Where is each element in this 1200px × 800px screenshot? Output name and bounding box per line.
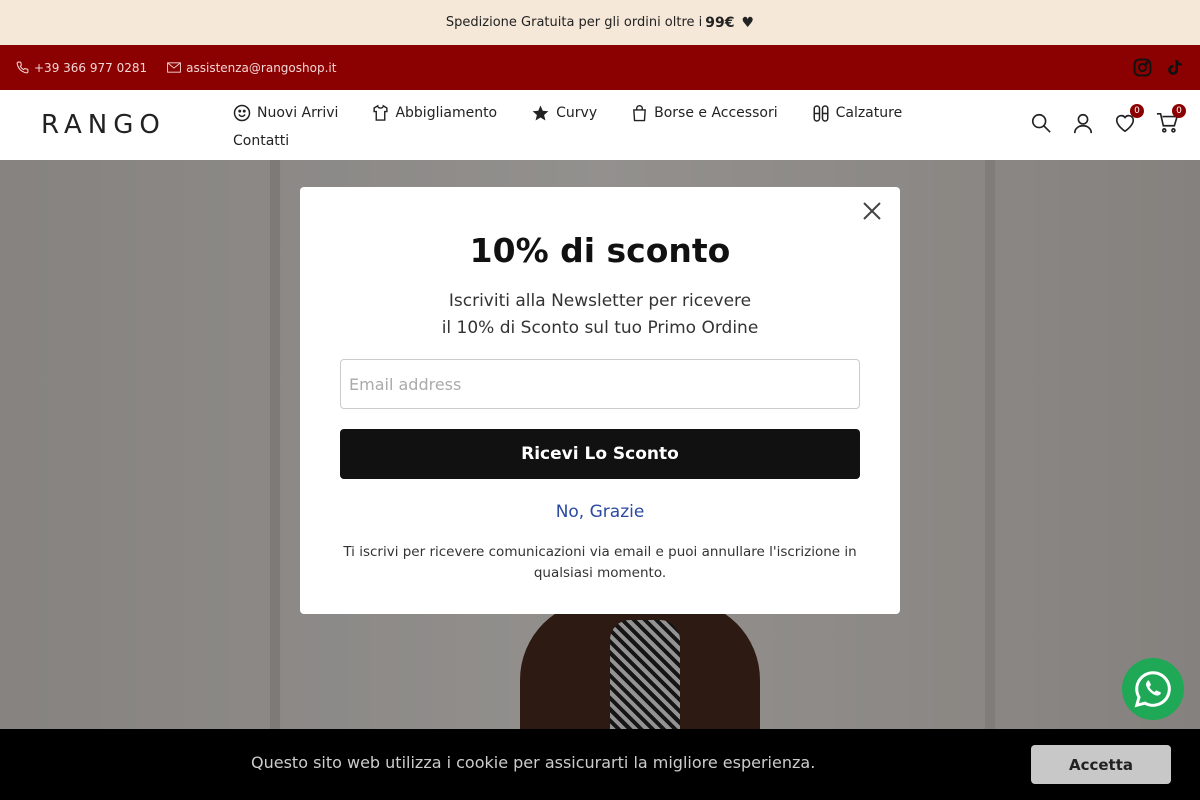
- decline-link[interactable]: No, Grazie: [300, 502, 900, 522]
- phone-icon: [16, 61, 29, 74]
- modal-title: 10% di sconto: [469, 231, 731, 270]
- close-button[interactable]: [862, 201, 882, 221]
- shoes-icon: [813, 104, 829, 122]
- nav-borse-accessori[interactable]: Borse e Accessori: [631, 102, 778, 124]
- cart-button[interactable]: 0: [1156, 104, 1186, 134]
- subtitle-line: Iscriviti alla Newsletter per ricevere: [448, 291, 752, 311]
- accept-cookies-button[interactable]: Accetta: [1031, 745, 1171, 784]
- star-icon: [532, 105, 549, 121]
- email-input[interactable]: [340, 359, 860, 409]
- phone-contact[interactable]: +39 366 977 0281: [16, 61, 147, 75]
- mail-icon: [167, 62, 182, 73]
- wishlist-count-badge: 0: [1130, 104, 1144, 118]
- bag-icon: [633, 104, 647, 121]
- nav-contatti[interactable]: Contatti: [233, 130, 289, 152]
- nav-label: Borse e Accessori: [654, 105, 778, 121]
- nav-label: Nuovi Arrivi: [257, 105, 339, 121]
- nav-curvy[interactable]: Curvy: [531, 102, 597, 124]
- search-icon: [1031, 113, 1051, 133]
- nav-nuovi-arrivi[interactable]: Nuovi Arrivi: [233, 102, 338, 124]
- email-address: assistenza@rangoshop.it: [186, 60, 337, 75]
- header-actions: 0 0: [1030, 104, 1186, 134]
- contact-bar: +39 366 977 0281 assistenza@rangoshop.it: [0, 45, 1200, 90]
- account-button[interactable]: [1072, 112, 1094, 134]
- site-header: RANGO Nuovi Arrivi Abbigliamento Curvy B…: [0, 90, 1200, 160]
- phone-number: +39 366 977 0281: [34, 60, 148, 75]
- close-icon: [863, 202, 881, 220]
- instagram-icon[interactable]: [1133, 58, 1152, 77]
- shirt-icon: [373, 104, 389, 121]
- user-icon: [1073, 113, 1093, 134]
- whatsapp-button[interactable]: [1122, 658, 1184, 720]
- whatsapp-icon: [1134, 671, 1171, 708]
- nav-label: Abbigliamento: [395, 105, 498, 121]
- newsletter-modal: 10% di sconto Iscriviti alla Newsletter …: [300, 187, 900, 614]
- announcement-text: Spedizione Gratuita per gli ordini oltre…: [445, 15, 703, 30]
- nav-calzature[interactable]: Calzature: [812, 102, 903, 124]
- site-logo[interactable]: RANGO: [41, 110, 181, 140]
- subtitle-line: il 10% di Sconto sul tuo Primo Ordine: [441, 318, 759, 338]
- cart-count-badge: 0: [1172, 104, 1186, 118]
- modal-subtitle: Iscriviti alla Newsletter per ricevere i…: [300, 288, 900, 342]
- search-button[interactable]: [1030, 112, 1052, 134]
- disclaimer-text: Ti iscrivi per ricevere comunicazioni vi…: [343, 544, 857, 581]
- tiktok-icon[interactable]: [1166, 58, 1184, 77]
- get-discount-button[interactable]: Ricevi Lo Sconto: [340, 429, 860, 479]
- cookie-message: Questo sito web utilizza i cookie per as…: [251, 753, 816, 772]
- nav-label: Curvy: [556, 105, 598, 121]
- smiley-icon: [233, 104, 251, 122]
- nav-label: Calzature: [835, 105, 903, 121]
- announcement-amount: 99€: [705, 14, 735, 31]
- announcement-bar: Spedizione Gratuita per gli ordini oltre…: [0, 0, 1200, 45]
- email-contact[interactable]: assistenza@rangoshop.it: [167, 61, 336, 75]
- main-nav: Nuovi Arrivi Abbigliamento Curvy Borse e…: [233, 102, 933, 152]
- cookie-banner: Questo sito web utilizza i cookie per as…: [0, 729, 1200, 800]
- heart-icon: ♥: [741, 14, 755, 31]
- wishlist-button[interactable]: 0: [1114, 104, 1144, 134]
- nav-abbigliamento[interactable]: Abbigliamento: [372, 102, 497, 124]
- nav-label: Contatti: [233, 133, 290, 149]
